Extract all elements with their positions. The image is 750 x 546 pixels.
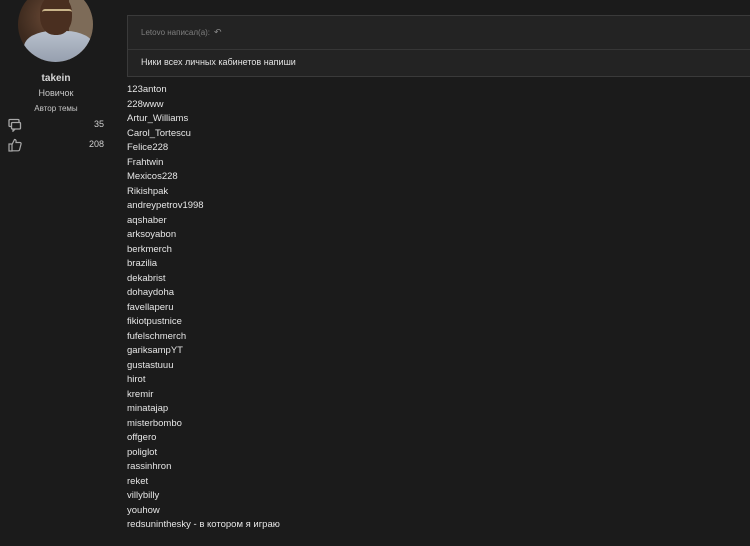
list-item: misterbombo <box>127 417 182 429</box>
quote-divider <box>128 49 750 50</box>
author-role-badge: Автор темы <box>34 104 78 113</box>
quote-block: Letovo написал(а): ↶ Ники всех личных каб… <box>127 15 750 77</box>
messages-icon <box>8 118 22 133</box>
author-rank: Новичок <box>38 88 74 98</box>
list-item: youhow <box>127 504 160 516</box>
quote-author[interactable]: Letovo написал(а): <box>141 28 210 37</box>
avatar[interactable] <box>18 0 93 62</box>
list-item: Frahtwin <box>127 156 164 168</box>
list-item: gustastuuu <box>127 359 174 371</box>
list-item: kremir <box>127 388 154 400</box>
list-item: dohaydoha <box>127 287 175 298</box>
quote-text: Ники всех личных кабинетов напиши <box>141 57 296 67</box>
list-item: dekabrist <box>127 272 166 284</box>
messages-stat: 35 <box>8 118 104 133</box>
list-item: brazilia <box>127 258 158 269</box>
list-item: arksoyabon <box>127 229 177 240</box>
list-item: andreypetrov1998 <box>127 200 204 211</box>
list-item: Carol_Tortescu <box>127 127 191 139</box>
post-content: Letovo написал(а): ↶ Ники всех личных каб… <box>127 0 750 546</box>
messages-count: 35 <box>93 119 104 129</box>
list-item: fufelschmerch <box>127 330 187 342</box>
thumbs-up-icon <box>8 138 22 152</box>
list-item: minatajap <box>127 403 169 414</box>
list-item: reket <box>127 475 149 487</box>
list-item: rassinhron <box>127 461 172 472</box>
list-item: poliglot <box>127 446 158 458</box>
likes-stat: 208 <box>8 138 104 152</box>
list-item: 228www <box>127 98 164 110</box>
list-item: fikiotpustnice <box>127 316 182 327</box>
nickname-list: 123anton 228www Artur_Williams Carol_Tor… <box>127 83 280 533</box>
list-item: gariksampYT <box>127 345 183 356</box>
forum-post-page: takein Новичок Автор темы 35 208 Letovo … <box>0 0 750 546</box>
list-item: Artur_Williams <box>127 113 189 124</box>
list-item: berkmerch <box>127 243 172 255</box>
list-item: Mexicos228 <box>127 171 178 182</box>
list-item: 123anton <box>127 84 167 95</box>
list-item: aqshaber <box>127 214 167 226</box>
author-sidebar: takein Новичок Автор темы 35 208 <box>0 0 112 546</box>
author-username[interactable]: takein <box>0 73 112 84</box>
list-item: Felice228 <box>127 142 169 153</box>
likes-count: 208 <box>88 139 104 149</box>
list-item: favellaperu <box>127 301 174 313</box>
list-item: redsuninthesky - в котором я играю <box>127 519 280 530</box>
list-item: Rikishpak <box>127 185 169 197</box>
quote-header[interactable]: Letovo написал(а): ↶ <box>141 27 222 38</box>
list-item: offgero <box>127 432 157 443</box>
list-item: villybilly <box>127 490 160 501</box>
reply-arrow-icon[interactable]: ↶ <box>214 27 222 37</box>
list-item: hirot <box>127 374 146 385</box>
